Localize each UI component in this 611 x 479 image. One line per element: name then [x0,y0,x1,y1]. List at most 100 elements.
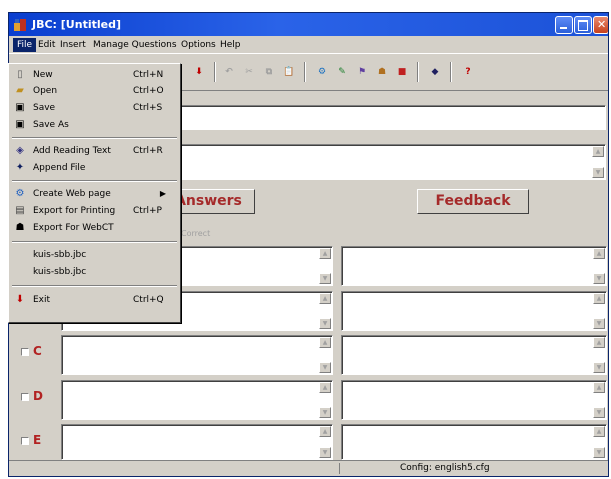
feedback-input[interactable]: ▲ ▼ [341,424,607,460]
webct-icon: ☗ [15,222,25,233]
menu-item-recent-file[interactable]: kuis-sbb.jbc [11,247,178,263]
scroll-up-icon[interactable]: ▲ [593,337,605,348]
scroll-down-icon[interactable]: ▼ [593,318,605,329]
app-icon [14,19,26,31]
scroll-down-icon[interactable]: ▼ [319,362,331,373]
menu-item-new[interactable]: ▯ New Ctrl+N [11,67,178,83]
menu-item-export-for-printing[interactable]: ▤ Export for Printing Ctrl+P [11,203,178,219]
menu-item-save-as[interactable]: ▣ Save As [11,117,178,133]
web-page-icon: ⚙ [15,188,25,199]
display-tool-icon[interactable]: ◆ [427,64,443,80]
maximize-button[interactable] [574,16,592,34]
scroll-down-icon[interactable]: ▼ [592,167,604,178]
export-tool-icon[interactable]: ■ [394,64,410,80]
scroll-down-icon[interactable]: ▼ [593,407,605,418]
answer-input[interactable]: ▲ ▼ [61,335,333,375]
answer-letter: D [21,389,43,403]
menu-item-save[interactable]: ▣ Save Ctrl+S [11,100,178,116]
append-file-icon: ✦ [15,162,25,173]
menu-item-export-for-webct[interactable]: ☗ Export For WebCT [11,220,178,236]
scroll-down-icon[interactable]: ▼ [593,362,605,373]
title-bar[interactable]: JBC: [Untitled] ✕ [9,13,608,36]
scroll-up-icon[interactable]: ▲ [319,293,331,304]
help-icon[interactable]: ? [460,64,476,80]
feedback-scrollbar[interactable]: ▲ ▼ [593,337,605,373]
undo-icon[interactable]: ↶ [221,64,237,80]
scroll-down-icon[interactable]: ▼ [319,447,331,458]
toolbar-separator [214,62,216,82]
answer-scrollbar[interactable]: ▲ ▼ [319,293,331,329]
questions-tool-icon[interactable]: ⚑ [354,64,370,80]
feedback-header[interactable]: Feedback [417,189,529,214]
answer-scrollbar[interactable]: ▲ ▼ [319,248,331,284]
scroll-up-icon[interactable]: ▲ [592,146,604,157]
menu-insert[interactable]: Insert [56,38,90,52]
menu-options[interactable]: Options [177,38,220,52]
scroll-down-icon[interactable]: ▼ [593,447,605,458]
question-scrollbar[interactable]: ▲ ▼ [592,146,604,178]
paste-icon[interactable]: 📋 [281,64,297,80]
correct-checkbox[interactable] [21,347,29,356]
minimize-button[interactable] [555,16,573,34]
web-page-tool-icon[interactable]: ⚙ [314,64,330,80]
feedback-scrollbar[interactable]: ▲ ▼ [593,248,605,284]
question-input[interactable]: ▲ ▼ [179,144,606,180]
scroll-up-icon[interactable]: ▲ [593,382,605,393]
feedback-tool-icon[interactable]: ☗ [374,64,390,80]
toolbar-separator [450,62,452,82]
menu-item-create-web-page[interactable]: ⚙ Create Web page ▶ [11,186,178,202]
scroll-up-icon[interactable]: ▲ [319,382,331,393]
scroll-up-icon[interactable]: ▲ [593,426,605,437]
correct-checkbox[interactable] [21,392,29,401]
menu-manage-questions[interactable]: Manage Questions [89,38,181,52]
answer-scrollbar[interactable]: ▲ ▼ [319,382,331,418]
feedback-scrollbar[interactable]: ▲ ▼ [593,293,605,329]
scroll-up-icon[interactable]: ▲ [319,426,331,437]
reading-text-icon: ◈ [16,145,24,156]
scroll-up-icon[interactable]: ▲ [593,293,605,304]
file-menu-dropdown: ▯ New Ctrl+N ▰ Open Ctrl+O ▣ Save Ctrl+S… [8,63,181,323]
feedback-input[interactable]: ▲ ▼ [341,291,607,331]
scroll-down-icon[interactable]: ▼ [319,318,331,329]
correct-checkbox[interactable] [21,436,29,445]
exit-icon: ⬇ [15,294,25,305]
answer-letter: E [21,433,41,447]
add-question-icon[interactable]: ✎ [334,64,350,80]
scroll-down-icon[interactable]: ▼ [319,273,331,284]
feedback-input[interactable]: ▲ ▼ [341,246,607,286]
title-input[interactable] [179,105,606,130]
scroll-down-icon[interactable]: ▼ [593,273,605,284]
menu-item-open[interactable]: ▰ Open Ctrl+O [11,83,178,99]
menu-item-recent-file[interactable]: kuis-sbb.jbc [11,264,178,280]
answer-input[interactable]: ▲ ▼ [61,424,333,460]
feedback-scrollbar[interactable]: ▲ ▼ [593,426,605,458]
feedback-input[interactable]: ▲ ▼ [341,380,607,420]
answer-scrollbar[interactable]: ▲ ▼ [319,337,331,373]
menu-separator [12,241,177,243]
scroll-up-icon[interactable]: ▲ [593,248,605,259]
menu-separator [12,180,177,182]
minimize-icon [560,27,567,29]
answer-input[interactable]: ▲ ▼ [61,380,333,420]
save-as-icon: ▣ [15,119,25,130]
feedback-scrollbar[interactable]: ▲ ▼ [593,382,605,418]
scroll-up-icon[interactable]: ▲ [319,248,331,259]
menu-item-add-reading-text[interactable]: ◈ Add Reading Text Ctrl+R [11,143,178,159]
scroll-up-icon[interactable]: ▲ [319,337,331,348]
submenu-arrow-icon: ▶ [159,189,166,198]
status-bar: Config: english5.cfg [9,460,608,476]
menu-item-exit[interactable]: ⬇ Exit Ctrl+Q [11,292,178,308]
cut-icon[interactable]: ✂ [241,64,257,80]
answer-scrollbar[interactable]: ▲ ▼ [319,426,331,458]
feedback-input[interactable]: ▲ ▼ [341,335,607,375]
status-config: Config: english5.cfg [339,463,604,474]
exit-tool-icon[interactable]: ⬇ [191,64,207,80]
menu-file[interactable]: File [13,38,37,52]
scroll-down-icon[interactable]: ▼ [319,407,331,418]
menu-help[interactable]: Help [216,38,245,52]
close-button[interactable]: ✕ [593,16,608,34]
copy-icon[interactable]: ⧉ [261,64,277,80]
answer-letter: C [21,344,42,358]
menu-item-append-file[interactable]: ✦ Append File [11,160,178,176]
window-title: JBC: [Untitled] [32,18,121,31]
